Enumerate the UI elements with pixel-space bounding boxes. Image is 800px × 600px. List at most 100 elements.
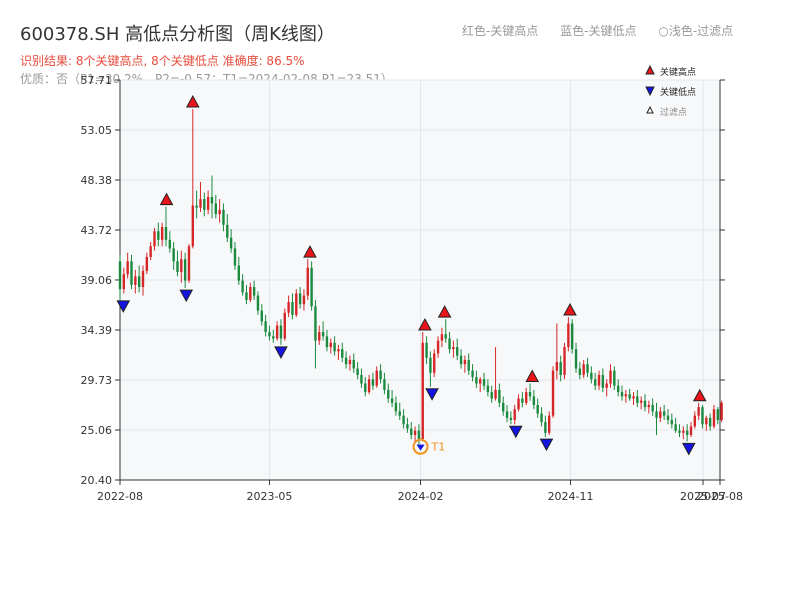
candle-body — [233, 248, 237, 266]
candle-body — [463, 359, 467, 365]
candle-body — [390, 398, 394, 403]
candle-body — [532, 396, 536, 405]
t1-label: T1 — [431, 441, 446, 454]
candle-body — [666, 415, 670, 420]
candle-body — [218, 209, 221, 215]
candle-body — [256, 295, 260, 311]
candle-body — [674, 424, 677, 431]
candle-body — [636, 396, 639, 403]
y-tick-label: 48.38 — [81, 174, 113, 187]
candle-body — [586, 364, 589, 373]
candle-body — [160, 226, 164, 240]
x-tick-label: 2022-08 — [97, 490, 143, 503]
candle-body — [559, 362, 562, 375]
y-tick-label: 39.06 — [81, 274, 113, 287]
candle-body — [306, 267, 309, 296]
candle-body — [199, 199, 202, 208]
candle-body — [632, 396, 635, 399]
candle-body — [252, 287, 256, 296]
candle-body — [605, 383, 608, 388]
candle-body — [498, 389, 501, 403]
y-tick-label: 53.05 — [81, 124, 113, 137]
candle-body — [505, 411, 509, 418]
candle-body — [701, 407, 704, 425]
candle-body — [662, 411, 666, 416]
candle-body — [325, 336, 329, 348]
candle-body — [203, 199, 206, 210]
candle-body — [321, 332, 325, 337]
candle-body — [659, 411, 662, 418]
candle — [421, 332, 424, 442]
candle-body — [705, 417, 708, 425]
candle-body — [229, 237, 233, 249]
candle-body — [544, 422, 547, 433]
candle-body — [153, 231, 156, 247]
candle-body — [118, 261, 122, 290]
candle-body — [348, 359, 352, 365]
candle-body — [440, 334, 444, 341]
candle-body — [689, 426, 693, 435]
candle-body — [141, 270, 145, 288]
candle — [570, 319, 574, 354]
candle-body — [433, 353, 436, 373]
candle-body — [475, 377, 478, 384]
candle-body — [387, 389, 390, 399]
candle-body — [344, 357, 348, 365]
candle — [551, 366, 555, 418]
candle-body — [601, 374, 605, 388]
candle-body — [486, 385, 490, 393]
candle-body — [582, 364, 585, 375]
candle-body — [398, 411, 401, 416]
candle-body — [639, 400, 643, 403]
candle-body — [712, 409, 716, 427]
candle-body — [647, 404, 651, 408]
candle-body — [268, 332, 271, 337]
candle-body — [452, 347, 455, 350]
candle-body — [272, 336, 275, 339]
candle-body — [214, 203, 218, 215]
candle-body — [126, 261, 129, 275]
candle-body — [149, 246, 152, 258]
candle-body — [287, 302, 290, 313]
legend-label: 过滤点 — [660, 106, 687, 118]
candle-body — [521, 398, 524, 403]
candle-body — [417, 430, 421, 440]
candle-body — [624, 394, 628, 397]
candle-body — [448, 338, 451, 350]
candle-body — [467, 359, 470, 371]
candlestick-chart: 20.40 25.06 29.73 34.39 39.06 43.72 48.38 53.05… — [81, 64, 743, 503]
candle-body — [406, 424, 409, 429]
candle-body — [682, 430, 685, 433]
candle-body — [651, 404, 654, 412]
y-tick-label: 20.40 — [81, 474, 113, 487]
candle-body — [275, 325, 279, 339]
candle-body — [137, 276, 141, 288]
candle-body — [479, 379, 482, 384]
candle-body — [375, 370, 378, 386]
candle-body — [720, 402, 723, 420]
candle-body — [613, 370, 616, 386]
candle-body — [333, 342, 336, 352]
candle-body — [191, 205, 195, 247]
x-tick-label: 2023-05 — [246, 490, 292, 503]
candle-body — [494, 389, 497, 399]
candle-body — [237, 265, 240, 281]
candle-body — [471, 370, 474, 378]
candle-body — [145, 257, 149, 271]
legend-marker — [645, 64, 655, 75]
candle-body — [249, 287, 252, 300]
y-tick-label: 43.72 — [81, 224, 113, 237]
candle-body — [429, 357, 432, 373]
candle — [563, 342, 566, 380]
candle-body — [609, 370, 612, 384]
candle-body — [302, 295, 306, 305]
candle-body — [241, 280, 244, 293]
candle-body — [655, 411, 658, 418]
candle-body — [394, 402, 398, 412]
candle-body — [157, 231, 160, 240]
candle-body — [685, 430, 689, 435]
x-tick-label: 2025-08 — [697, 490, 743, 503]
candle-body — [547, 415, 551, 433]
x-tick-label: 2024-02 — [398, 490, 444, 503]
candle-body — [413, 430, 417, 435]
